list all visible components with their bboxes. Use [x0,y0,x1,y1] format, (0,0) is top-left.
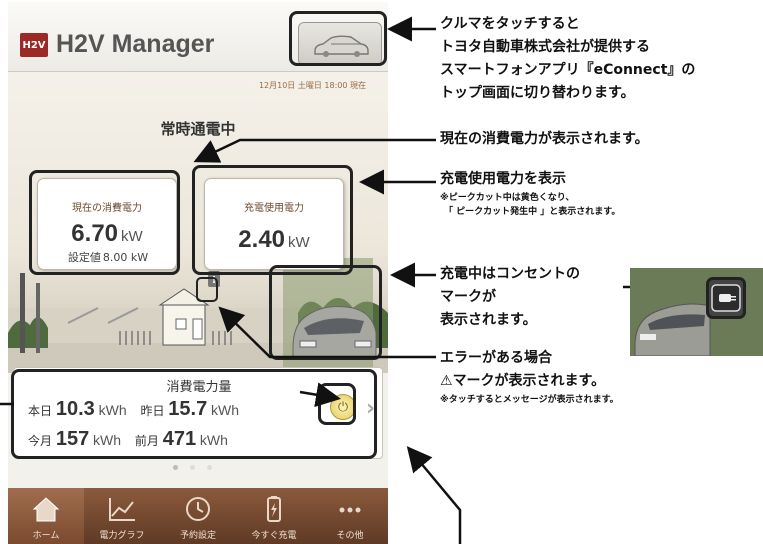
annotation-plug: 充電中はコンセントの マークが 表示されます。 [440,263,580,332]
annotation-car-line3: スマートフォンアプリ『eConnect』の [440,62,696,78]
highlight-plug-inset [706,277,746,319]
annotation-error-line2: マークが表示されます。 [452,373,606,389]
annotation-car: クルマをタッチすると トヨタ自動車株式会社が提供する スマートフォンアプリ『eC… [440,13,695,105]
annotation-error: エラーがある場合 ⚠マークが表示されます。 ※タッチするとメッセージが表示されま… [440,347,619,407]
annotation-error-note: ※タッチするとメッセージが表示されます。 [440,395,619,405]
annotation-charge-note1: ※ピークカット中は黄色くなり、 [440,193,575,203]
annotation-power: 現在の消費電力が表示されます。 [440,131,649,147]
charging-inset-photo [630,268,763,356]
annotation-car-line4: トップ画面に切り替わります。 [440,85,635,101]
annotation-charge: 充電使用電力を表示 ※ピークカット中は黄色くなり、 「 ピークカット発生中 」と… [440,168,620,219]
warning-icon: ⚠ [440,373,453,389]
stage: H2V H2V Manager 12月10日 土曜日 18:00 現在 常時通電… [0,0,763,544]
annotation-car-line1: クルマをタッチすると [440,16,580,32]
annotation-plug-line1: 充電中はコンセントの [440,266,580,282]
annotation-error-line1: エラーがある場合 [440,350,552,366]
annotation-charge-note2: 「 ピークカット発生中 」と表示されます。 [444,207,621,217]
annotation-car-line2: トヨタ自動車株式会社が提供する [440,39,650,55]
annotation-charge-title: 充電使用電力を表示 [440,171,566,187]
annotation-plug-line2: マークが [440,289,496,305]
annotation-plug-line3: 表示されます。 [440,312,537,328]
plug-indicator-icon [711,284,741,312]
